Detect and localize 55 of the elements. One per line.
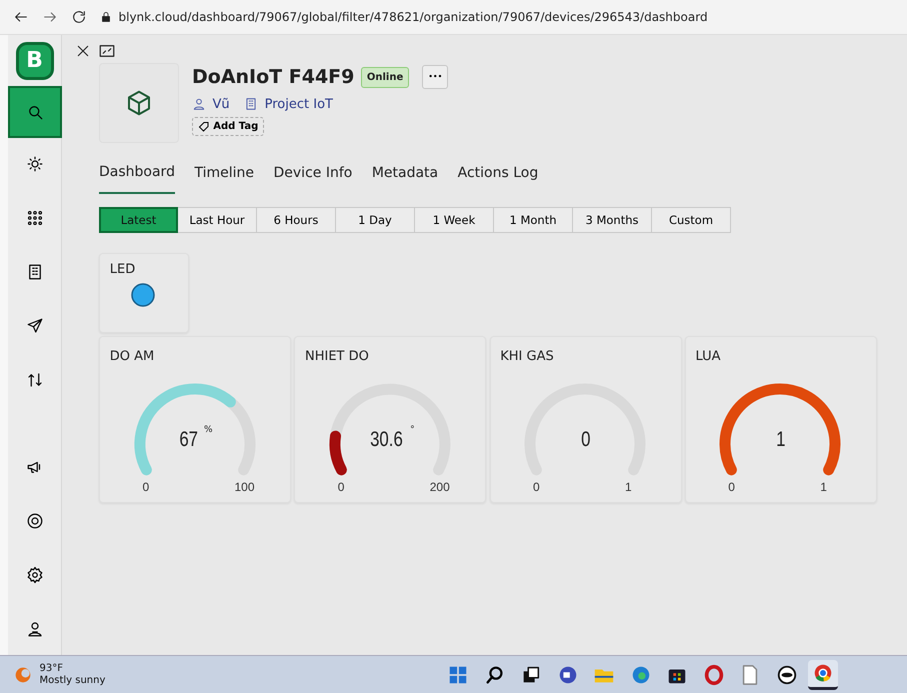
swap-arrows-icon <box>26 371 44 389</box>
tab[interactable]: Timeline <box>194 162 254 194</box>
user-icon <box>192 97 206 112</box>
gauge-max: 1 <box>820 479 827 496</box>
project-link[interactable]: Project IoT <box>264 94 333 114</box>
time-range-button[interactable]: 6 Hours <box>257 207 336 234</box>
lifebuoy-icon <box>26 512 44 530</box>
weather-temperature: 93°F <box>40 663 64 674</box>
gauge-value: 67 <box>180 427 198 454</box>
gauge-max: 200 <box>430 479 450 496</box>
gauge-min: 0 <box>533 479 540 496</box>
gauge-value: 1 <box>776 427 786 454</box>
owner-link[interactable]: Vũ <box>212 94 230 114</box>
gauge-max: 100 <box>234 479 255 496</box>
gauge-value: 0 <box>580 427 590 454</box>
tab[interactable]: Dashboard <box>99 162 175 194</box>
gauge-min: 0 <box>142 479 150 496</box>
widget-title: LED <box>110 261 136 280</box>
tab[interactable]: Actions Log <box>458 162 538 194</box>
time-range-button[interactable]: Custom <box>652 207 731 234</box>
gauge-unit: ° <box>410 424 415 438</box>
round-logo-icon <box>776 664 798 686</box>
more-button[interactable]: ••• <box>422 65 448 89</box>
gauge-max: 1 <box>625 479 632 496</box>
time-range-button[interactable]: Last Hour <box>178 207 257 234</box>
grid-icon <box>26 209 44 227</box>
sun-icon <box>26 155 44 173</box>
tag-icon <box>198 120 210 133</box>
reload-icon[interactable] <box>71 9 87 25</box>
tab[interactable]: Device Info <box>274 162 352 194</box>
tab[interactable]: Metadata <box>372 162 438 194</box>
status-badge: Online <box>360 66 410 88</box>
gauge-value: 30.6 <box>370 427 403 454</box>
gauge-unit: % <box>204 424 213 438</box>
weather-icon <box>13 664 33 684</box>
taskbar-app[interactable] <box>808 660 838 690</box>
gauge-min: 0 <box>338 479 344 496</box>
gauge-min: 0 <box>728 479 735 496</box>
time-range-button[interactable]: 1 Week <box>415 207 494 234</box>
weather-description: Mostly sunny <box>40 674 106 686</box>
widget-title: KHI GAS <box>500 348 555 366</box>
user-icon <box>26 620 44 638</box>
widget-title: NHIET DO <box>305 348 370 366</box>
time-range-button[interactable]: 3 Months <box>573 207 652 234</box>
widget-title: LUA <box>696 348 722 366</box>
time-range-button[interactable]: 1 Day <box>336 207 415 234</box>
widget-title: DO AM <box>110 348 156 366</box>
time-range-button[interactable]: Latest <box>99 207 178 234</box>
paper-plane-icon <box>26 317 44 335</box>
building-icon <box>244 97 258 112</box>
add-tag-button[interactable]: Add Tag <box>192 117 264 136</box>
settings-icon <box>26 566 44 584</box>
time-range-button[interactable]: 1 Month <box>494 207 573 234</box>
device-name: DoAnIoT F44F9 <box>192 64 354 90</box>
lock-icon <box>100 11 112 23</box>
